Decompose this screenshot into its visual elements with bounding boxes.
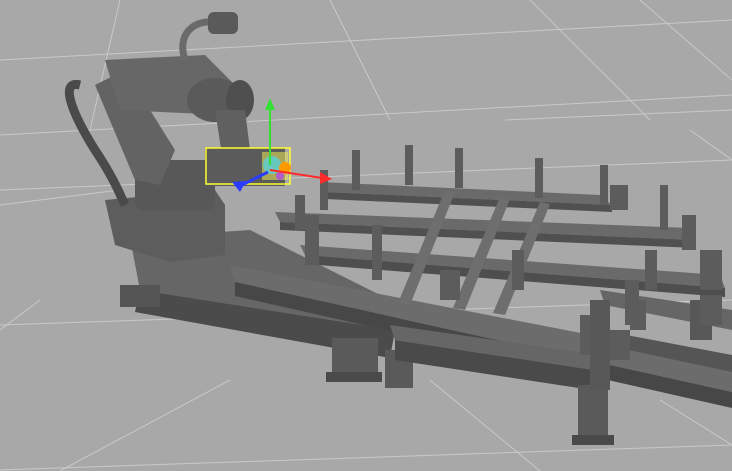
grid-line [0, 444, 732, 471]
clamp[interactable] [645, 250, 657, 290]
platform-foot [120, 285, 160, 307]
grid-line [0, 299, 41, 331]
clamp[interactable] [305, 215, 319, 265]
scene-canvas[interactable] [0, 0, 732, 471]
clamp[interactable] [630, 300, 646, 330]
grid-line [329, 0, 391, 121]
clamp[interactable] [682, 215, 696, 250]
clamp[interactable] [610, 330, 630, 360]
clamp[interactable] [405, 145, 413, 185]
platform-foot-plate [326, 372, 382, 382]
grid-line [504, 109, 732, 121]
clamp[interactable] [352, 150, 360, 190]
grid-line [0, 19, 732, 61]
clamp[interactable] [512, 250, 524, 290]
grid-line [659, 399, 732, 446]
clamp[interactable] [600, 165, 608, 205]
grid-line [639, 0, 732, 81]
grid-line [59, 379, 231, 471]
clamp[interactable] [455, 148, 463, 188]
3d-viewport[interactable] [0, 0, 732, 471]
fixture-leg [578, 385, 608, 440]
industrial-robot-arm[interactable] [64, 12, 285, 262]
clamp[interactable] [535, 158, 543, 198]
y-axis-arrow-icon[interactable] [265, 98, 275, 110]
z-axis-arrow-icon[interactable] [232, 181, 246, 192]
robot-hose-fitting [208, 12, 238, 34]
grid-line [689, 129, 732, 161]
clamp[interactable] [372, 225, 382, 280]
clamp[interactable] [610, 185, 628, 210]
clamp[interactable] [660, 185, 668, 230]
clamp[interactable] [440, 270, 460, 300]
fixture-leg-plate [572, 435, 614, 445]
grid-line [429, 379, 541, 471]
gizmo-pivot-icon [276, 172, 284, 180]
grid-line [0, 189, 121, 206]
fixture-leg [590, 300, 610, 390]
clamp[interactable] [295, 195, 305, 230]
clamp[interactable] [700, 250, 722, 290]
clamp[interactable] [580, 315, 590, 355]
grid-line [529, 0, 651, 121]
clamp[interactable] [700, 295, 722, 325]
